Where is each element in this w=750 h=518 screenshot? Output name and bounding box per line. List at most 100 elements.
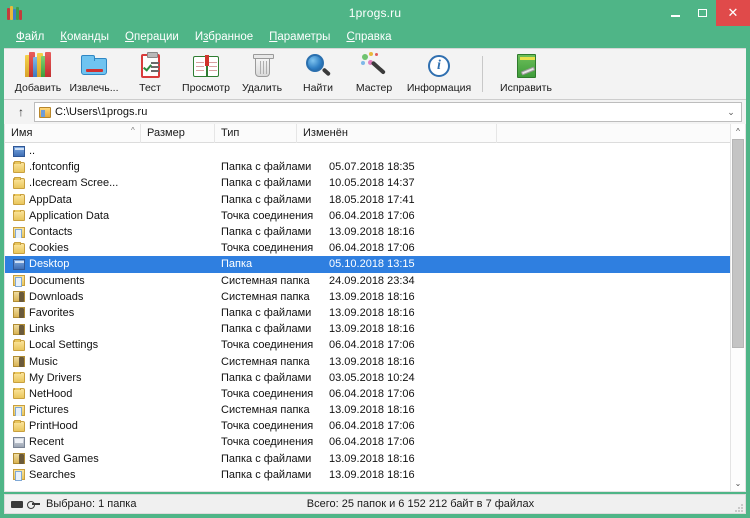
cell-modified: 13.09.2018 18:16 <box>329 323 489 335</box>
table-row[interactable]: .. <box>5 143 745 159</box>
dark-folder-icon <box>13 307 25 318</box>
toolbar-label-find: Найти <box>303 82 333 94</box>
cell-type: Системная папка <box>221 275 329 287</box>
resize-grip[interactable] <box>734 503 743 512</box>
column-header-modified[interactable]: Изменён <box>297 124 497 143</box>
view-book-icon <box>192 52 220 80</box>
table-row[interactable]: Desktop Папка05.10.2018 13:15 <box>5 256 745 272</box>
table-row[interactable]: .fontconfigПапка с файлами05.07.2018 18:… <box>5 159 745 175</box>
cell-modified: 13.09.2018 18:16 <box>329 307 489 319</box>
table-row[interactable]: .Icecream Scree...Папка с файлами10.05.2… <box>5 175 745 191</box>
scroll-down-icon[interactable]: ⌄ <box>731 476 746 491</box>
up-folder-icon <box>13 146 25 157</box>
scrollbar-thumb[interactable] <box>732 139 744 348</box>
table-row[interactable]: AppDataПапка с файлами18.05.2018 17:41 <box>5 192 745 208</box>
toolbar-button-find[interactable]: Найти <box>290 50 346 98</box>
file-name-text: NetHood <box>29 388 72 400</box>
table-row[interactable]: DownloadsСистемная папка13.09.2018 18:16 <box>5 289 745 305</box>
cell-type: Папка с файлами <box>221 226 329 238</box>
cell-type: Папка с файлами <box>221 372 329 384</box>
toolbar-button-view[interactable]: Просмотр <box>178 50 234 98</box>
table-row[interactable]: My DriversПапка с файлами03.05.2018 10:2… <box>5 370 745 386</box>
cell-name: Searches <box>13 469 147 481</box>
toolbar-button-delete[interactable]: Удалить <box>234 50 290 98</box>
table-row[interactable]: SearchesПапка с файлами13.09.2018 18:16 <box>5 467 745 483</box>
menu-item-file[interactable]: Файл <box>8 31 52 43</box>
toolbar-button-repair[interactable]: Исправить <box>489 50 563 98</box>
column-header-filler <box>497 124 745 143</box>
table-row[interactable]: MusicСистемная папка13.09.2018 18:16 <box>5 353 745 369</box>
toolbar-button-wizard[interactable]: Мастер <box>346 50 402 98</box>
wizard-wand-icon <box>360 52 388 80</box>
toolbar-button-test[interactable]: Тест <box>122 50 178 98</box>
table-row[interactable]: DocumentsСистемная папка24.09.2018 23:34 <box>5 273 745 289</box>
table-row[interactable]: PrintHoodТочка соединения06.04.2018 17:0… <box>5 418 745 434</box>
file-name-text: Recent <box>29 436 64 448</box>
cell-type: Папка с файлами <box>221 194 329 206</box>
table-row[interactable]: CookiesТочка соединения06.04.2018 17:06 <box>5 240 745 256</box>
cell-modified: 05.10.2018 13:15 <box>329 258 489 270</box>
menu-item-help[interactable]: Справка <box>338 31 399 43</box>
scrollbar-track[interactable] <box>731 139 746 476</box>
table-row[interactable]: Saved GamesПапка с файлами13.09.2018 18:… <box>5 451 745 467</box>
table-row[interactable]: ContactsПапка с файлами13.09.2018 18:16 <box>5 224 745 240</box>
table-row[interactable]: FavoritesПапка с файлами13.09.2018 18:16 <box>5 305 745 321</box>
file-name-text: Saved Games <box>29 453 99 465</box>
up-one-level-button[interactable]: ↑ <box>8 102 34 122</box>
file-name-text: .Icecream Scree... <box>29 177 118 189</box>
cell-name: .. <box>13 145 147 157</box>
title-bar: 1progs.ru ✕ <box>0 0 750 26</box>
maximize-button[interactable] <box>689 0 716 26</box>
file-name-text: Contacts <box>29 226 72 238</box>
cell-modified: 13.09.2018 18:16 <box>329 291 489 303</box>
column-header-size[interactable]: Размер <box>141 124 215 143</box>
add-archive-icon <box>24 52 52 80</box>
menu-bar: Файл Команды Операции Избранное Параметр… <box>0 26 750 48</box>
cell-name: Desktop <box>13 258 147 270</box>
table-row[interactable]: NetHoodТочка соединения06.04.2018 17:06 <box>5 386 745 402</box>
menu-item-favorites[interactable]: Избранное <box>187 31 261 43</box>
cell-name: Application Data <box>13 210 147 222</box>
menu-item-options[interactable]: Параметры <box>261 31 338 43</box>
find-magnifier-icon <box>304 52 332 80</box>
cell-name: Recent <box>13 436 147 448</box>
table-row[interactable]: PicturesСистемная папка13.09.2018 18:16 <box>5 402 745 418</box>
close-button[interactable]: ✕ <box>716 0 750 26</box>
vertical-scrollbar[interactable]: ^ ⌄ <box>730 124 745 491</box>
toolbar-button-info[interactable]: i Информация <box>402 50 476 98</box>
toolbar-button-extract[interactable]: Извлечь... <box>66 50 122 98</box>
cell-modified: 18.05.2018 17:41 <box>329 194 489 206</box>
table-row[interactable]: Local SettingsТочка соединения06.04.2018… <box>5 337 745 353</box>
address-bar: ↑ C:\Users\1progs.ru ⌄ <box>4 100 746 124</box>
status-bar: Выбрано: 1 папка Всего: 25 папок и 6 152… <box>4 494 746 514</box>
column-headers: Имя ^ Размер Тип Изменён <box>5 124 745 143</box>
cell-name: Downloads <box>13 291 147 303</box>
address-field[interactable]: C:\Users\1progs.ru ⌄ <box>34 102 742 122</box>
table-row[interactable]: LinksПапка с файлами13.09.2018 18:16 <box>5 321 745 337</box>
column-header-name[interactable]: Имя ^ <box>5 124 141 143</box>
dark-folder-icon <box>13 356 25 367</box>
file-name-text: Local Settings <box>29 339 98 351</box>
table-row[interactable]: Application DataТочка соединения06.04.20… <box>5 208 745 224</box>
cell-name: Cookies <box>13 242 147 254</box>
cell-modified: 13.09.2018 18:16 <box>329 356 489 368</box>
cell-name: NetHood <box>13 388 147 400</box>
toolbar-button-add[interactable]: Добавить <box>10 50 66 98</box>
column-header-type[interactable]: Тип <box>215 124 297 143</box>
folder-icon <box>13 194 25 205</box>
cell-modified: 06.04.2018 17:06 <box>329 242 489 254</box>
minimize-button[interactable] <box>662 0 689 26</box>
cell-name: Links <box>13 323 147 335</box>
folder-icon <box>13 372 25 383</box>
menu-item-operations[interactable]: Операции <box>117 31 187 43</box>
folder-icon <box>13 340 25 351</box>
toolbar-label-wizard: Мастер <box>356 82 392 94</box>
cell-name: Music <box>13 356 147 368</box>
cell-modified: 03.05.2018 10:24 <box>329 372 489 384</box>
scroll-up-icon[interactable]: ^ <box>731 124 746 139</box>
cell-type: Папка <box>221 258 329 270</box>
chevron-down-icon[interactable]: ⌄ <box>723 107 739 118</box>
table-row[interactable]: RecentТочка соединения06.04.2018 17:06 <box>5 434 745 450</box>
toolbar-label-extract: Извлечь... <box>69 82 118 94</box>
menu-item-commands[interactable]: Команды <box>52 31 117 43</box>
